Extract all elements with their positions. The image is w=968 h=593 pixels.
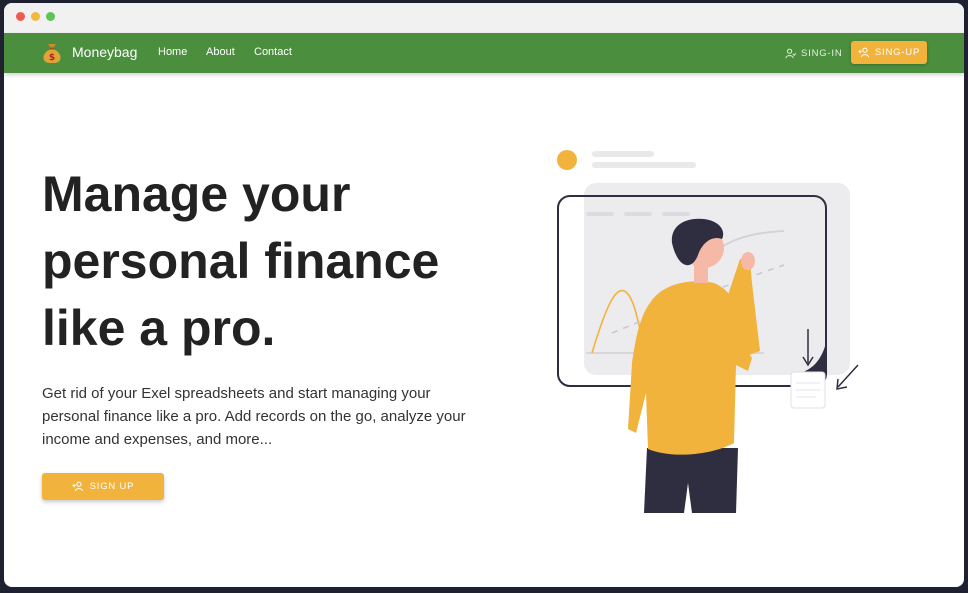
hero-description: Get rid of your Exel spreadsheets and st… bbox=[42, 385, 466, 448]
hero-title: Manage your personal finance like a pro. bbox=[42, 166, 440, 356]
signin-label: SING-IN bbox=[801, 47, 843, 59]
browser-window: $ Moneybag Home About Contact SING-IN SI… bbox=[4, 3, 964, 587]
nav-link-contact[interactable]: Contact bbox=[254, 46, 292, 58]
signin-button[interactable]: SING-IN bbox=[785, 44, 843, 62]
signup-hero-button[interactable]: SIGN UP bbox=[42, 473, 164, 500]
minimize-window-dot[interactable] bbox=[31, 12, 40, 21]
maximize-window-dot[interactable] bbox=[46, 12, 55, 21]
add-user-icon bbox=[72, 481, 83, 492]
close-window-dot[interactable] bbox=[16, 12, 25, 21]
add-user-icon bbox=[858, 47, 869, 58]
navbar: $ Moneybag Home About Contact SING-IN SI… bbox=[4, 33, 964, 73]
signup-hero-label: SIGN UP bbox=[89, 481, 135, 492]
finance-illustration bbox=[557, 150, 859, 513]
nav-link-about[interactable]: About bbox=[206, 46, 235, 58]
money-bag-icon: $ bbox=[43, 44, 61, 63]
nav-link-home[interactable]: Home bbox=[158, 46, 187, 58]
window-titlebar bbox=[4, 3, 964, 34]
signup-nav-label: SING-UP bbox=[874, 47, 921, 58]
svg-text:$: $ bbox=[49, 53, 55, 63]
signup-nav-button[interactable]: SING-UP bbox=[851, 41, 927, 64]
brand-name[interactable]: Moneybag bbox=[72, 44, 137, 60]
user-icon bbox=[785, 48, 796, 58]
